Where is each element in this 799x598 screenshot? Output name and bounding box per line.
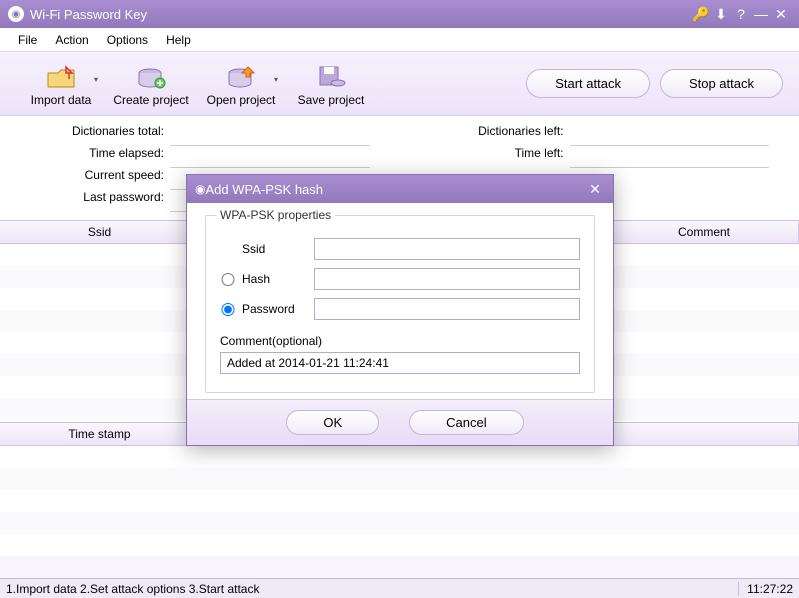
download-icon[interactable]: ⬇ [711, 6, 731, 23]
app-icon: ◉ [8, 6, 24, 22]
comment-input[interactable] [220, 352, 580, 374]
save-project-label: Save project [298, 93, 365, 107]
key-icon[interactable]: 🔑 [691, 6, 711, 23]
password-radio[interactable] [220, 303, 236, 316]
log-grid-body[interactable] [0, 446, 799, 556]
menu-options[interactable]: Options [107, 33, 148, 47]
last-pw-label: Last password: [0, 190, 170, 212]
time-left-value [570, 146, 770, 168]
folder-import-icon [45, 61, 77, 93]
open-project-label: Open project [207, 93, 276, 107]
toolbar: Import data ▾ Create project Open projec… [0, 52, 799, 116]
help-icon[interactable]: ? [731, 6, 751, 22]
create-project-label: Create project [113, 93, 188, 107]
create-project-icon [135, 61, 167, 93]
app-icon: ◉ [195, 182, 205, 196]
close-icon[interactable]: ✕ [771, 6, 791, 23]
speed-label: Current speed: [0, 168, 170, 190]
close-icon[interactable]: ✕ [585, 181, 605, 198]
col-ssid[interactable]: Ssid [0, 221, 200, 243]
ssid-label: Ssid [242, 242, 314, 256]
statusbar: 1.Import data 2.Set attack options 3.Sta… [0, 578, 799, 598]
dict-total-value [170, 124, 370, 146]
status-hint: 1.Import data 2.Set attack options 3.Sta… [6, 582, 739, 596]
import-data-button[interactable]: Import data ▾ [16, 61, 106, 107]
time-elapsed-value [170, 146, 370, 168]
stop-attack-button[interactable]: Stop attack [660, 69, 783, 98]
fieldset-legend: WPA-PSK properties [216, 208, 335, 222]
menu-file[interactable]: File [18, 33, 37, 47]
dialog-footer: OK Cancel [187, 399, 613, 445]
cancel-button[interactable]: Cancel [409, 410, 523, 435]
hash-radio[interactable] [220, 273, 236, 286]
add-hash-dialog: ◉ Add WPA-PSK hash ✕ WPA-PSK properties … [186, 174, 614, 446]
time-elapsed-label: Time elapsed: [0, 146, 170, 168]
import-data-label: Import data [31, 93, 92, 107]
titlebar: ◉ Wi-Fi Password Key 🔑 ⬇ ? — ✕ [0, 0, 799, 28]
password-label: Password [242, 302, 314, 316]
open-project-button[interactable]: Open project ▾ [196, 61, 286, 107]
ssid-input[interactable] [314, 238, 580, 260]
menu-action[interactable]: Action [55, 33, 88, 47]
chevron-down-icon[interactable]: ▾ [94, 75, 98, 84]
col-comment[interactable]: Comment [610, 221, 799, 243]
menu-help[interactable]: Help [166, 33, 191, 47]
create-project-button[interactable]: Create project [106, 61, 196, 107]
col-timestamp[interactable]: Time stamp [0, 423, 200, 445]
open-project-icon [225, 61, 257, 93]
dict-left-label: Dictionaries left: [400, 124, 570, 146]
password-input[interactable] [314, 298, 580, 320]
window-title: Wi-Fi Password Key [30, 7, 691, 22]
start-attack-button[interactable]: Start attack [526, 69, 650, 98]
dict-left-value [570, 124, 770, 146]
chevron-down-icon[interactable]: ▾ [274, 75, 278, 84]
comment-label: Comment(optional) [220, 334, 580, 348]
minimize-icon[interactable]: — [751, 6, 771, 22]
status-clock: 11:27:22 [739, 582, 793, 596]
hash-input[interactable] [314, 268, 580, 290]
dict-total-label: Dictionaries total: [0, 124, 170, 146]
hash-label: Hash [242, 272, 314, 286]
save-project-icon [315, 61, 347, 93]
dialog-titlebar: ◉ Add WPA-PSK hash ✕ [187, 175, 613, 203]
wpa-psk-fieldset: WPA-PSK properties Ssid Hash Password Co… [205, 215, 595, 393]
menubar: File Action Options Help [0, 28, 799, 52]
ok-button[interactable]: OK [286, 410, 379, 435]
save-project-button[interactable]: Save project [286, 61, 376, 107]
dialog-title: Add WPA-PSK hash [205, 182, 585, 197]
time-left-label: Time left: [400, 146, 570, 168]
